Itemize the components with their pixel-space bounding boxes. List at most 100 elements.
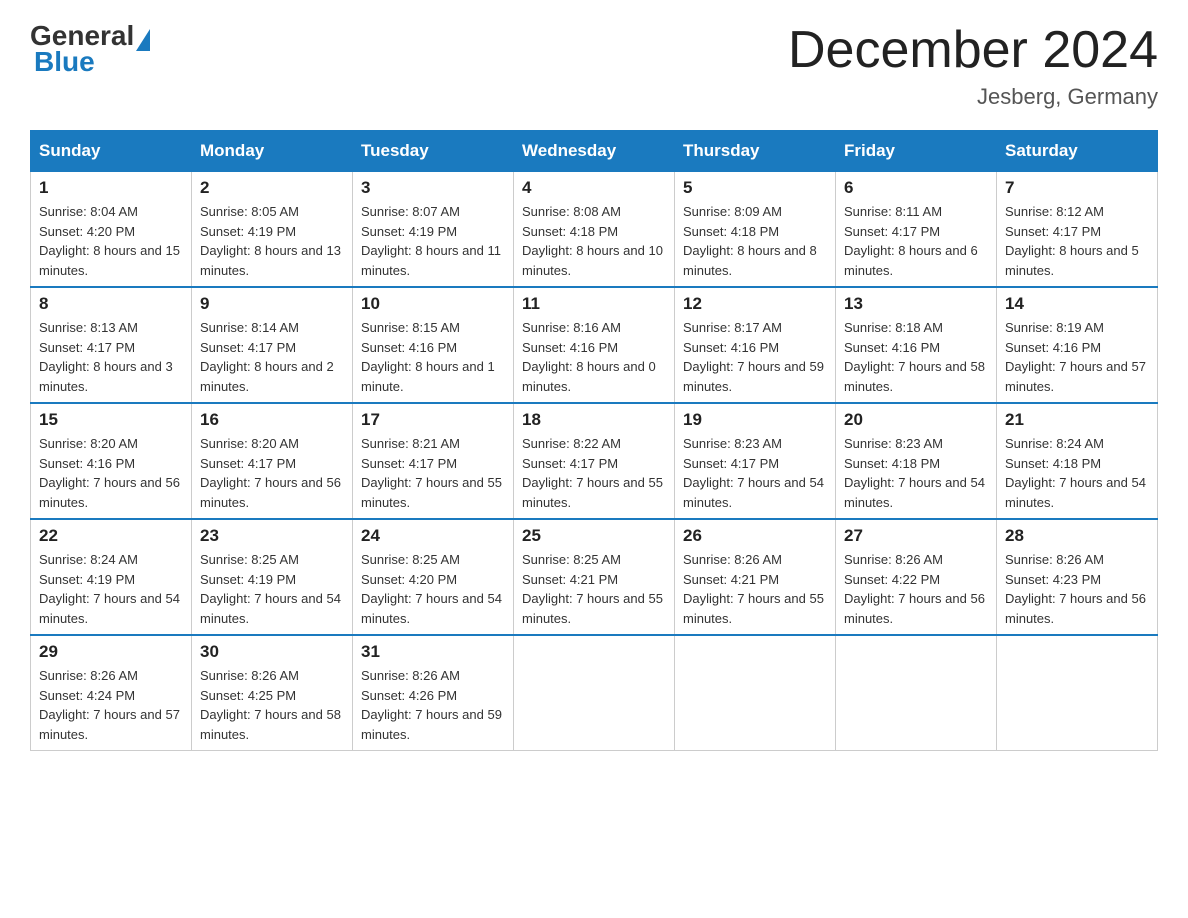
calendar-cell: 1 Sunrise: 8:04 AMSunset: 4:20 PMDaylight… bbox=[31, 172, 192, 288]
day-number: 22 bbox=[39, 526, 183, 546]
calendar-cell: 24 Sunrise: 8:25 AMSunset: 4:20 PMDayligh… bbox=[353, 519, 514, 635]
calendar-cell: 4 Sunrise: 8:08 AMSunset: 4:18 PMDaylight… bbox=[514, 172, 675, 288]
calendar-cell: 22 Sunrise: 8:24 AMSunset: 4:19 PMDayligh… bbox=[31, 519, 192, 635]
day-info: Sunrise: 8:11 AMSunset: 4:17 PMDaylight:… bbox=[844, 202, 988, 280]
day-number: 14 bbox=[1005, 294, 1149, 314]
logo: General Blue bbox=[30, 20, 152, 78]
calendar-week-row: 22 Sunrise: 8:24 AMSunset: 4:19 PMDayligh… bbox=[31, 519, 1158, 635]
day-number: 23 bbox=[200, 526, 344, 546]
day-info: Sunrise: 8:23 AMSunset: 4:17 PMDaylight:… bbox=[683, 434, 827, 512]
location: Jesberg, Germany bbox=[788, 84, 1158, 110]
calendar-cell: 5 Sunrise: 8:09 AMSunset: 4:18 PMDaylight… bbox=[675, 172, 836, 288]
day-info: Sunrise: 8:17 AMSunset: 4:16 PMDaylight:… bbox=[683, 318, 827, 396]
calendar-cell bbox=[997, 635, 1158, 751]
day-info: Sunrise: 8:04 AMSunset: 4:20 PMDaylight:… bbox=[39, 202, 183, 280]
calendar-cell: 12 Sunrise: 8:17 AMSunset: 4:16 PMDayligh… bbox=[675, 287, 836, 403]
day-number: 8 bbox=[39, 294, 183, 314]
weekday-header-friday: Friday bbox=[836, 131, 997, 172]
calendar-cell bbox=[675, 635, 836, 751]
day-number: 30 bbox=[200, 642, 344, 662]
calendar-cell: 14 Sunrise: 8:19 AMSunset: 4:16 PMDayligh… bbox=[997, 287, 1158, 403]
calendar-cell: 3 Sunrise: 8:07 AMSunset: 4:19 PMDaylight… bbox=[353, 172, 514, 288]
day-number: 24 bbox=[361, 526, 505, 546]
day-number: 1 bbox=[39, 178, 183, 198]
day-number: 16 bbox=[200, 410, 344, 430]
calendar-week-row: 15 Sunrise: 8:20 AMSunset: 4:16 PMDayligh… bbox=[31, 403, 1158, 519]
calendar-cell: 15 Sunrise: 8:20 AMSunset: 4:16 PMDayligh… bbox=[31, 403, 192, 519]
day-info: Sunrise: 8:13 AMSunset: 4:17 PMDaylight:… bbox=[39, 318, 183, 396]
calendar-table: SundayMondayTuesdayWednesdayThursdayFrid… bbox=[30, 130, 1158, 751]
day-number: 3 bbox=[361, 178, 505, 198]
calendar-cell: 29 Sunrise: 8:26 AMSunset: 4:24 PMDayligh… bbox=[31, 635, 192, 751]
calendar-cell: 9 Sunrise: 8:14 AMSunset: 4:17 PMDaylight… bbox=[192, 287, 353, 403]
calendar-cell: 26 Sunrise: 8:26 AMSunset: 4:21 PMDayligh… bbox=[675, 519, 836, 635]
logo-blue-text: Blue bbox=[34, 46, 95, 78]
day-number: 6 bbox=[844, 178, 988, 198]
day-number: 13 bbox=[844, 294, 988, 314]
day-info: Sunrise: 8:26 AMSunset: 4:21 PMDaylight:… bbox=[683, 550, 827, 628]
calendar-cell: 2 Sunrise: 8:05 AMSunset: 4:19 PMDaylight… bbox=[192, 172, 353, 288]
day-number: 26 bbox=[683, 526, 827, 546]
day-number: 17 bbox=[361, 410, 505, 430]
calendar-week-row: 8 Sunrise: 8:13 AMSunset: 4:17 PMDaylight… bbox=[31, 287, 1158, 403]
day-info: Sunrise: 8:21 AMSunset: 4:17 PMDaylight:… bbox=[361, 434, 505, 512]
title-section: December 2024 Jesberg, Germany bbox=[788, 20, 1158, 110]
day-info: Sunrise: 8:22 AMSunset: 4:17 PMDaylight:… bbox=[522, 434, 666, 512]
weekday-header-sunday: Sunday bbox=[31, 131, 192, 172]
day-info: Sunrise: 8:07 AMSunset: 4:19 PMDaylight:… bbox=[361, 202, 505, 280]
calendar-cell: 19 Sunrise: 8:23 AMSunset: 4:17 PMDayligh… bbox=[675, 403, 836, 519]
day-info: Sunrise: 8:18 AMSunset: 4:16 PMDaylight:… bbox=[844, 318, 988, 396]
day-number: 4 bbox=[522, 178, 666, 198]
day-info: Sunrise: 8:25 AMSunset: 4:20 PMDaylight:… bbox=[361, 550, 505, 628]
day-number: 31 bbox=[361, 642, 505, 662]
day-info: Sunrise: 8:26 AMSunset: 4:24 PMDaylight:… bbox=[39, 666, 183, 744]
page-header: General Blue December 2024 Jesberg, Germ… bbox=[30, 20, 1158, 110]
day-number: 9 bbox=[200, 294, 344, 314]
day-info: Sunrise: 8:26 AMSunset: 4:23 PMDaylight:… bbox=[1005, 550, 1149, 628]
day-info: Sunrise: 8:24 AMSunset: 4:19 PMDaylight:… bbox=[39, 550, 183, 628]
calendar-cell: 8 Sunrise: 8:13 AMSunset: 4:17 PMDaylight… bbox=[31, 287, 192, 403]
weekday-header-row: SundayMondayTuesdayWednesdayThursdayFrid… bbox=[31, 131, 1158, 172]
day-number: 12 bbox=[683, 294, 827, 314]
day-number: 2 bbox=[200, 178, 344, 198]
calendar-cell: 20 Sunrise: 8:23 AMSunset: 4:18 PMDayligh… bbox=[836, 403, 997, 519]
calendar-cell: 7Sunrise: 8:12 AMSunset: 4:17 PMDaylight… bbox=[997, 172, 1158, 288]
calendar-cell: 13 Sunrise: 8:18 AMSunset: 4:16 PMDayligh… bbox=[836, 287, 997, 403]
day-info: Sunrise: 8:19 AMSunset: 4:16 PMDaylight:… bbox=[1005, 318, 1149, 396]
day-number: 10 bbox=[361, 294, 505, 314]
calendar-cell: 30Sunrise: 8:26 AMSunset: 4:25 PMDayligh… bbox=[192, 635, 353, 751]
calendar-cell bbox=[514, 635, 675, 751]
day-info: Sunrise: 8:14 AMSunset: 4:17 PMDaylight:… bbox=[200, 318, 344, 396]
day-info: Sunrise: 8:25 AMSunset: 4:19 PMDaylight:… bbox=[200, 550, 344, 628]
calendar-cell: 25 Sunrise: 8:25 AMSunset: 4:21 PMDayligh… bbox=[514, 519, 675, 635]
month-title: December 2024 bbox=[788, 20, 1158, 80]
calendar-week-row: 29 Sunrise: 8:26 AMSunset: 4:24 PMDayligh… bbox=[31, 635, 1158, 751]
calendar-cell: 21Sunrise: 8:24 AMSunset: 4:18 PMDayligh… bbox=[997, 403, 1158, 519]
day-number: 28 bbox=[1005, 526, 1149, 546]
calendar-cell: 23 Sunrise: 8:25 AMSunset: 4:19 PMDayligh… bbox=[192, 519, 353, 635]
day-number: 19 bbox=[683, 410, 827, 430]
day-info: Sunrise: 8:08 AMSunset: 4:18 PMDaylight:… bbox=[522, 202, 666, 280]
weekday-header-thursday: Thursday bbox=[675, 131, 836, 172]
day-info: Sunrise: 8:12 AMSunset: 4:17 PMDaylight:… bbox=[1005, 202, 1149, 280]
day-number: 20 bbox=[844, 410, 988, 430]
day-info: Sunrise: 8:23 AMSunset: 4:18 PMDaylight:… bbox=[844, 434, 988, 512]
day-info: Sunrise: 8:20 AMSunset: 4:16 PMDaylight:… bbox=[39, 434, 183, 512]
day-info: Sunrise: 8:05 AMSunset: 4:19 PMDaylight:… bbox=[200, 202, 344, 280]
day-number: 15 bbox=[39, 410, 183, 430]
weekday-header-saturday: Saturday bbox=[997, 131, 1158, 172]
day-number: 21 bbox=[1005, 410, 1149, 430]
day-info: Sunrise: 8:25 AMSunset: 4:21 PMDaylight:… bbox=[522, 550, 666, 628]
calendar-cell bbox=[836, 635, 997, 751]
day-info: Sunrise: 8:20 AMSunset: 4:17 PMDaylight:… bbox=[200, 434, 344, 512]
day-number: 27 bbox=[844, 526, 988, 546]
day-info: Sunrise: 8:09 AMSunset: 4:18 PMDaylight:… bbox=[683, 202, 827, 280]
day-info: Sunrise: 8:26 AMSunset: 4:22 PMDaylight:… bbox=[844, 550, 988, 628]
calendar-cell: 27 Sunrise: 8:26 AMSunset: 4:22 PMDayligh… bbox=[836, 519, 997, 635]
calendar-cell: 17 Sunrise: 8:21 AMSunset: 4:17 PMDayligh… bbox=[353, 403, 514, 519]
day-info: Sunrise: 8:15 AMSunset: 4:16 PMDaylight:… bbox=[361, 318, 505, 396]
day-number: 29 bbox=[39, 642, 183, 662]
weekday-header-tuesday: Tuesday bbox=[353, 131, 514, 172]
day-number: 25 bbox=[522, 526, 666, 546]
day-number: 5 bbox=[683, 178, 827, 198]
